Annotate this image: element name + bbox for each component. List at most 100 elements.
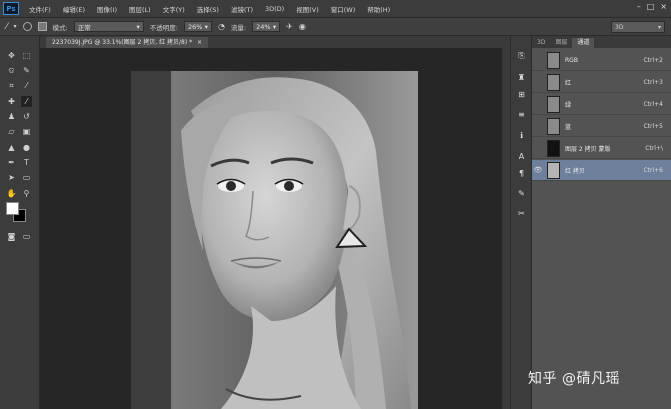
gradient-tool-icon[interactable]: ▣ — [21, 126, 32, 137]
paragraph-icon[interactable]: ¶ — [516, 168, 527, 179]
opacity-field[interactable]: 26% ▾ — [183, 21, 212, 32]
clone-stamp-icon[interactable]: ♟ — [6, 111, 17, 122]
actions-icon[interactable]: ♜ — [516, 72, 527, 83]
menu-file[interactable]: 文件(F) — [23, 4, 57, 14]
close-icon[interactable]: × — [197, 39, 202, 46]
channel-shortcut: Ctrl+\ — [645, 144, 663, 152]
menu-select[interactable]: 选择(S) — [191, 4, 225, 14]
channel-name: 蓝 — [565, 123, 572, 131]
channel-row-rgb[interactable]: RGB Ctrl+2 — [532, 50, 671, 71]
info-icon[interactable]: ℹ — [516, 130, 527, 141]
menu-image[interactable]: 图像(I) — [91, 4, 123, 14]
dodge-tool-icon[interactable]: ● — [21, 142, 32, 153]
eraser-tool-icon[interactable]: ▱ — [6, 126, 17, 137]
history-icon[interactable]: ⎘ — [516, 50, 527, 61]
history-brush-icon[interactable]: ↺ — [21, 111, 32, 122]
eyedropper-tool-icon[interactable]: ⁄ — [21, 80, 32, 91]
tab-layers[interactable]: 图层 — [550, 38, 572, 48]
eye-icon[interactable]: 👁 — [532, 166, 544, 174]
menu-3d[interactable]: 3D(D) — [259, 5, 290, 13]
channel-name: RGB — [565, 56, 578, 64]
menu-filter[interactable]: 滤镜(T) — [225, 4, 259, 14]
chevron-down-icon: ▾ — [272, 22, 277, 31]
channel-name: 绿 — [565, 101, 572, 109]
opacity-value: 26% — [187, 22, 203, 31]
type-tool-icon[interactable]: T — [21, 157, 32, 168]
menu-edit[interactable]: 编辑(E) — [57, 4, 91, 14]
vertical-scrollbar[interactable] — [502, 36, 510, 409]
opacity-label: 不透明度: — [149, 23, 178, 32]
brush-presets-icon[interactable]: ✎ — [516, 188, 527, 199]
channel-name: 红 — [565, 79, 572, 87]
channel-name: 图层 2 拷贝 蒙版 — [565, 145, 611, 153]
panel-dock: ⎘ ♜ ⊞ ≡ ℹ A ¶ ✎ ✂ — [510, 36, 532, 409]
channel-name: 红 拷贝 — [565, 167, 585, 175]
brush-size-icon[interactable] — [22, 22, 32, 31]
tool-presets-icon[interactable]: ✂ — [516, 208, 527, 219]
photoshop-logo: Ps — [3, 2, 19, 15]
adjustments-icon[interactable]: ⊞ — [516, 89, 527, 100]
panel-tab-bar: 3D 图层 通道 — [532, 36, 671, 48]
pen-tool-icon[interactable]: ✒ — [6, 157, 17, 168]
brush-panel-icon[interactable] — [37, 22, 47, 31]
minimize-button[interactable]: – — [637, 2, 641, 11]
channel-row-mask[interactable]: 图层 2 拷贝 蒙版 Ctrl+\ — [532, 138, 671, 159]
menu-layer[interactable]: 图层(L) — [123, 4, 157, 14]
move-tool-icon[interactable]: ✥ — [6, 50, 17, 61]
channel-shortcut: Ctrl+5 — [643, 122, 663, 130]
screen-mode-icon[interactable]: ▭ — [21, 231, 32, 242]
channel-thumbnail — [547, 73, 560, 91]
tab-3d[interactable]: 3D — [532, 38, 550, 48]
document-tab[interactable]: 2237039J.JPG @ 33.1%(图层 2 拷贝, 红 拷贝/8) * … — [46, 37, 209, 48]
hand-tool-icon[interactable]: ✋ — [6, 188, 17, 199]
workspace-dropdown[interactable]: 3D ▾ — [611, 21, 665, 33]
window-controls: – □ × — [637, 2, 667, 11]
quick-select-tool-icon[interactable]: ✎ — [21, 65, 32, 76]
healing-brush-icon[interactable]: ✚ — [6, 96, 17, 107]
tab-channels[interactable]: 通道 — [572, 38, 595, 48]
path-select-tool-icon[interactable]: ➤ — [6, 172, 17, 183]
tools-panel: ✥ ⬚ ଡ ✎ ⌗ ⁄ ✚ ⁄ ♟ ↺ ▱ ▣ ▲ ● ✒ T ➤ ▭ ✋ ⚲ … — [0, 36, 40, 409]
channel-row-red-copy[interactable]: 👁 红 拷贝 Ctrl+6 — [532, 160, 671, 181]
channel-thumbnail — [547, 51, 560, 69]
mode-dropdown[interactable]: 正常 ▾ — [73, 21, 144, 32]
mode-label: 模式: — [52, 23, 68, 32]
lasso-tool-icon[interactable]: ଡ — [6, 65, 17, 76]
zoom-tool-icon[interactable]: ⚲ — [21, 188, 32, 199]
menu-window[interactable]: 窗口(W) — [325, 4, 362, 14]
quick-mask-icon[interactable]: ◙ — [6, 231, 17, 242]
character-icon[interactable]: A — [516, 151, 527, 162]
foreground-color-swatch[interactable] — [6, 202, 19, 215]
flow-field[interactable]: 24% ▾ — [252, 21, 281, 32]
document-tab-bar: 2237039J.JPG @ 33.1%(图层 2 拷贝, 红 拷贝/8) * … — [40, 36, 510, 48]
channel-thumbnail — [547, 161, 560, 179]
channel-shortcut: Ctrl+4 — [643, 100, 663, 108]
channel-row-blue[interactable]: 蓝 Ctrl+5 — [532, 116, 671, 137]
brush-tool-icon[interactable]: ⁄ — [21, 96, 32, 107]
channel-shortcut: Ctrl+3 — [643, 78, 663, 86]
channel-row-green[interactable]: 绿 Ctrl+4 — [532, 94, 671, 115]
document-tab-title: 2237039J.JPG @ 33.1%(图层 2 拷贝, 红 拷贝/8) * — [52, 39, 193, 46]
properties-icon[interactable]: ≡ — [516, 109, 527, 120]
menu-type[interactable]: 文字(Y) — [157, 4, 191, 14]
marquee-tool-icon[interactable]: ⬚ — [21, 50, 32, 61]
blur-tool-icon[interactable]: ▲ — [6, 142, 17, 153]
brush-preset-dropdown[interactable]: ▾ — [14, 23, 17, 30]
shape-tool-icon[interactable]: ▭ — [21, 172, 32, 183]
watermark: 知乎 @碃凡瑶 — [528, 371, 620, 387]
brush-tool-icon[interactable]: ⁄ — [6, 22, 8, 32]
channel-thumbnail — [547, 95, 560, 113]
portrait-photo[interactable] — [131, 71, 418, 409]
restore-button[interactable]: □ — [647, 2, 655, 11]
channel-row-red[interactable]: 红 Ctrl+3 — [532, 72, 671, 93]
airbrush-icon[interactable]: ✈ — [286, 22, 293, 31]
menu-help[interactable]: 帮助(H) — [361, 4, 396, 14]
crop-tool-icon[interactable]: ⌗ — [6, 80, 17, 91]
pressure-opacity-icon[interactable]: ◔ — [218, 22, 225, 31]
pressure-size-icon[interactable]: ◉ — [299, 22, 306, 31]
flow-label: 流量: — [230, 23, 247, 32]
close-button[interactable]: × — [660, 2, 667, 11]
channel-shortcut: Ctrl+6 — [643, 166, 663, 174]
chevron-down-icon: ▾ — [657, 23, 661, 31]
menu-view[interactable]: 视图(V) — [290, 4, 325, 14]
